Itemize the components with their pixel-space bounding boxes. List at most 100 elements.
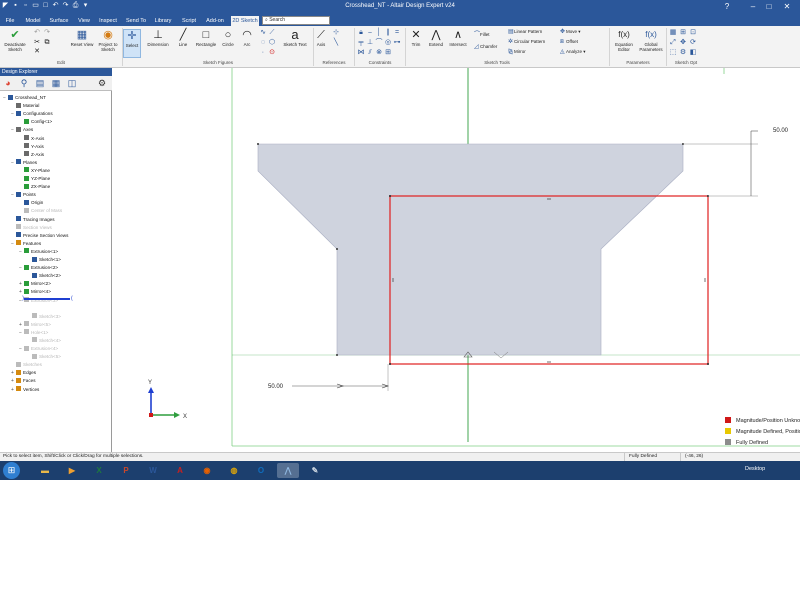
collapse-icon[interactable]: − [3, 94, 7, 102]
tree-node[interactable]: − Hole<1> [19, 329, 48, 337]
tree-node[interactable]: Material [11, 102, 39, 110]
tree-node[interactable]: Z-Axis [19, 151, 44, 159]
expand-icon[interactable]: + [19, 280, 23, 288]
tab-view[interactable]: View [76, 16, 92, 26]
linear-pattern-button[interactable]: ▤Linear Pattern [508, 29, 542, 35]
tab-file[interactable]: File [3, 16, 17, 26]
settings-icon[interactable]: ⚙ [679, 49, 687, 57]
circle-button[interactable]: ○ Circle [219, 29, 237, 47]
gear-icon[interactable]: ⚙ [97, 78, 107, 88]
tree-node[interactable]: Section Views [11, 224, 52, 232]
tree-node[interactable]: Center of Mass [19, 207, 62, 215]
tree-node[interactable]: Sketch<2> [27, 272, 61, 280]
search-input[interactable]: ⌕ Search [262, 16, 330, 25]
chrome-icon[interactable]: ◍ [223, 463, 245, 478]
close-button[interactable]: ✕ [782, 2, 792, 11]
move-button[interactable]: ✥Move ▾ [560, 29, 581, 35]
collapse-icon[interactable]: − [11, 159, 15, 167]
tree-node[interactable]: Config<1> [19, 118, 52, 126]
design-expert-icon[interactable]: ⋀ [277, 463, 299, 478]
equal-icon[interactable]: = [393, 29, 401, 37]
polyline-icon[interactable]: ⟋ [268, 29, 276, 37]
tree-node[interactable]: Sketch<1> [27, 256, 61, 264]
circular-pattern-button[interactable]: ✲Circular Pattern [508, 39, 545, 45]
cut-icon[interactable]: ✂ [33, 39, 41, 47]
collapse-icon[interactable]: − [19, 329, 23, 337]
horizontal-icon[interactable]: ⎯ [366, 29, 374, 37]
tree-node[interactable]: Tracing Images [11, 216, 55, 224]
tangent-icon[interactable]: ⌒ [375, 39, 383, 47]
vertical-icon[interactable]: │ [375, 29, 383, 37]
fix-icon[interactable]: ⊗ [375, 49, 383, 57]
slot-icon[interactable]: ⊙ [268, 49, 276, 57]
media-player-icon[interactable]: ▶ [61, 463, 83, 478]
copy-icon[interactable]: ⧉ [43, 39, 51, 47]
line-button[interactable]: ╱ Line [175, 29, 191, 47]
ellipse-icon[interactable]: ◌ [259, 39, 267, 47]
display-icon[interactable]: ◧ [689, 49, 697, 57]
acrobat-icon[interactable]: A [169, 463, 191, 478]
tree-node[interactable]: − Axes [11, 126, 33, 134]
tree-node[interactable]: − Crosshead_NT [3, 94, 46, 102]
arc-button[interactable]: ◠ Arc [238, 29, 256, 47]
expand-icon[interactable]: + [11, 386, 15, 394]
perpendicular-icon[interactable]: ⊥ [366, 39, 374, 47]
windows-explorer-icon[interactable]: ▬ [34, 463, 56, 478]
view-normal-icon[interactable]: ⊡ [689, 29, 697, 37]
zoom-fit-icon[interactable]: ⤢ [669, 39, 677, 47]
dimension-button[interactable]: ⊥ Dimension [145, 29, 171, 47]
collapse-icon[interactable]: − [19, 248, 23, 256]
tree-node[interactable]: ZX-Plane [19, 183, 50, 191]
tree-node[interactable]: Y-Axis [19, 143, 44, 151]
fillet-button[interactable]: ⌒Fillet [474, 32, 490, 38]
coincident-icon[interactable]: ╤ [357, 39, 365, 47]
tab-library[interactable]: Library [152, 16, 174, 26]
axis-button[interactable]: ⟋ Axis [314, 29, 328, 47]
tab-send-to[interactable]: Send To [125, 16, 147, 26]
global-parameters-button[interactable]: f(x) Global Parameters [638, 29, 664, 52]
collapse-icon[interactable]: − [11, 110, 15, 118]
concentric-icon[interactable]: ◎ [384, 39, 392, 47]
parallel-icon[interactable]: ∥ [384, 29, 392, 37]
tree-node[interactable]: − Features [11, 240, 41, 248]
mirror-button[interactable]: ⧎Mirror [508, 49, 526, 55]
lock-icon[interactable]: 🔒︎ [357, 29, 365, 37]
excel-icon[interactable]: X [88, 463, 110, 478]
analyze-button[interactable]: ◬Analyze ▾ [560, 49, 586, 55]
tree-node[interactable]: X-Axis [19, 135, 44, 143]
maximize-button[interactable]: □ [764, 2, 774, 11]
collapse-icon[interactable]: − [11, 191, 15, 199]
point-icon[interactable]: ∙ [259, 49, 267, 57]
collapse-icon[interactable]: − [11, 240, 15, 248]
reference-line-icon[interactable]: ╲ [332, 39, 340, 47]
tree-node[interactable]: Sketches [11, 361, 42, 369]
undo-icon[interactable]: ↶ [33, 29, 41, 37]
show-constraints-icon[interactable]: ⊞ [384, 49, 392, 57]
collinear-icon[interactable]: ⫽ [366, 49, 374, 57]
tree-node[interactable]: − Extrusion<4> [19, 345, 58, 353]
delete-icon[interactable]: ✕ [33, 48, 41, 56]
help-icon[interactable]: ? [722, 2, 732, 11]
layers-icon[interactable]: ◫ [67, 78, 77, 88]
filter-icon[interactable]: ⚲ [19, 78, 29, 88]
tree-node[interactable]: + Mirror<5> [19, 321, 51, 329]
polygon-icon[interactable]: ⬡ [268, 39, 276, 47]
extend-button[interactable]: ⋀ Extend [426, 29, 446, 47]
reference-point-icon[interactable]: ⊹ [332, 29, 340, 37]
select-button[interactable]: ✛ Select [123, 29, 141, 58]
tree-node[interactable]: + Faces [11, 377, 36, 385]
tree-node[interactable]: − Extrusion<1> [19, 248, 58, 256]
deactivate-sketch-button[interactable]: ✔ Deactivate Sketch [2, 29, 28, 52]
tree-node[interactable]: XY-Plane [19, 167, 50, 175]
snap-icon[interactable]: ⊞ [679, 29, 687, 37]
equation-editor-button[interactable]: f(x) Equation Editor [612, 29, 636, 52]
tree-node[interactable]: − Planes [11, 159, 37, 167]
tab-model[interactable]: Model [24, 16, 42, 26]
sketch-canvas[interactable]: 50.00 50.00 X Y [113, 68, 800, 452]
trim-button[interactable]: ✕ Trim [408, 29, 424, 47]
spline-icon[interactable]: ∿ [259, 29, 267, 37]
appearance-icon[interactable]: ◕ [3, 78, 13, 88]
powerpoint-icon[interactable]: P [115, 463, 137, 478]
tree-node[interactable]: Sketch<3> [27, 313, 61, 321]
pan-icon[interactable]: ✥ [679, 39, 687, 47]
